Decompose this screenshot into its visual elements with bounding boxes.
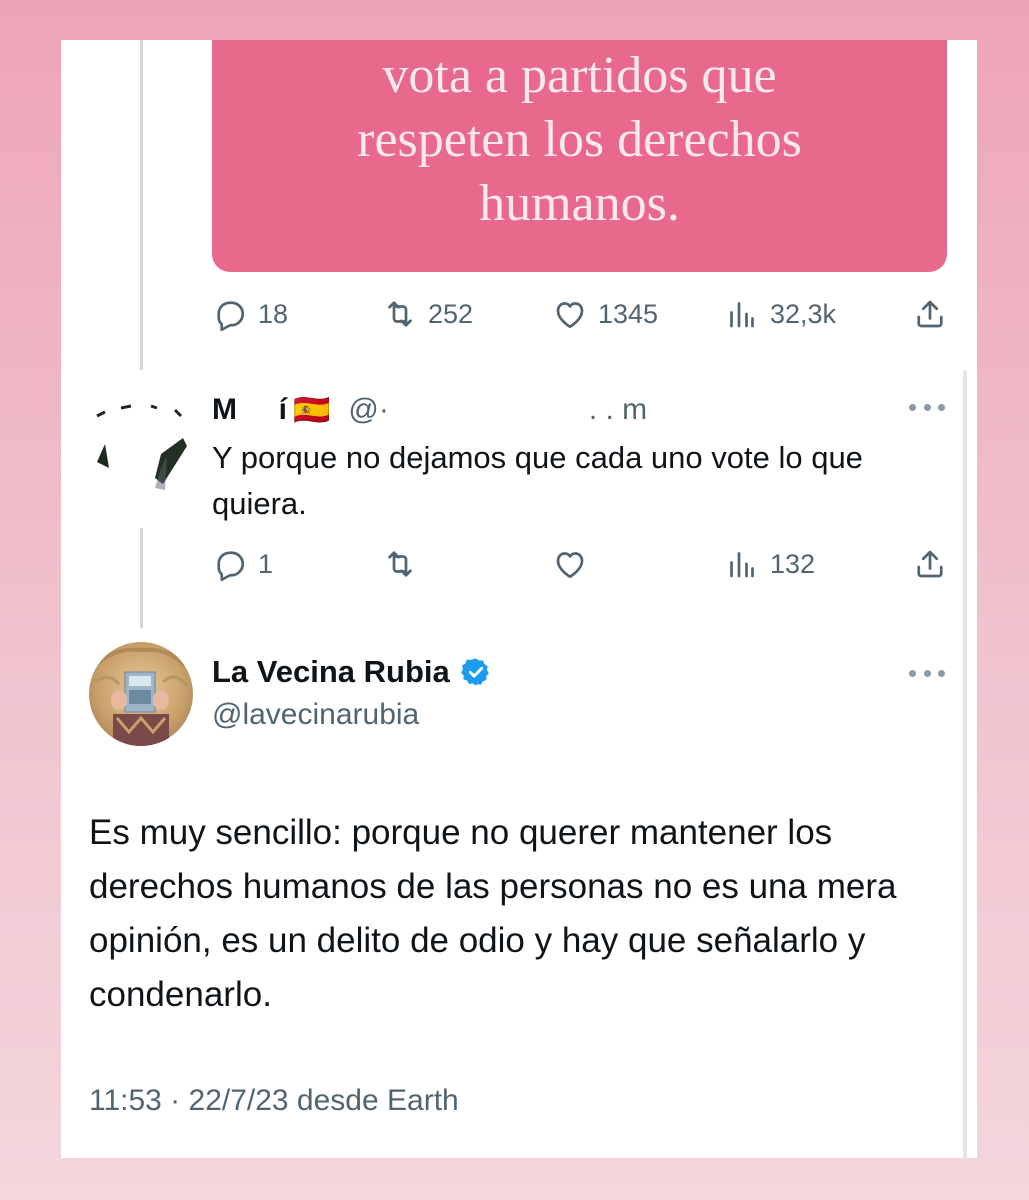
- reply-reply-button[interactable]: 1: [212, 544, 273, 584]
- retweet-count: 252: [428, 298, 474, 329]
- like-button[interactable]: 1345: [552, 294, 658, 334]
- scrollbar[interactable]: [963, 370, 967, 1158]
- thread-line-top: [140, 40, 143, 370]
- reply-views-count: 132: [770, 548, 816, 579]
- verified-badge-icon: [460, 658, 489, 686]
- main-more-dots-icon[interactable]: [909, 670, 945, 682]
- thread-line-middle: [140, 528, 143, 628]
- main-author-name-row: La Vecina Rubia: [212, 654, 492, 690]
- bar-chart-icon: [730, 552, 754, 578]
- tweet-media-image[interactable]: vota a partidos que respeten los derecho…: [212, 40, 947, 272]
- share-upload-icon: [917, 550, 943, 578]
- reply-views-button[interactable]: 132: [724, 544, 815, 584]
- views-button[interactable]: 32,3k: [724, 294, 836, 334]
- reply-reply-count: 1: [258, 548, 274, 579]
- main-author-handle[interactable]: @lavecinarubia: [212, 698, 419, 732]
- reply-count: 18: [258, 298, 289, 329]
- reply-author-handle[interactable]: @· . . m: [348, 393, 647, 427]
- retweet-arrows-icon: [388, 301, 412, 327]
- spain-flag-emoji: 🇪🇸: [293, 393, 331, 427]
- reply-tweet-header: M í 🇪🇸 @· . . m: [212, 390, 647, 430]
- views-count: 32,3k: [770, 298, 837, 329]
- reply-share-button[interactable]: [912, 544, 948, 584]
- reply-author-name[interactable]: M í: [212, 393, 287, 427]
- share-upload-icon: [917, 300, 943, 328]
- reply-like-button[interactable]: [552, 544, 598, 584]
- reply-tweet-actions: 1 132: [212, 544, 952, 584]
- bar-chart-icon: [730, 302, 754, 328]
- reply-button[interactable]: 18: [212, 294, 288, 334]
- reply-bubble-icon: [217, 301, 245, 332]
- reply-tweet-text: Y porque no dejamos que cada uno vote lo…: [212, 440, 863, 521]
- like-count: 1345: [598, 298, 659, 329]
- heart-icon: [556, 552, 584, 579]
- main-author-name[interactable]: La Vecina Rubia: [212, 654, 450, 690]
- retweet-arrows-icon: [388, 551, 412, 577]
- reply-avatar[interactable]: [91, 398, 195, 498]
- main-tweet-text: Es muy sencillo: porque no querer manten…: [89, 813, 897, 1014]
- share-button[interactable]: [912, 294, 948, 334]
- main-author-avatar[interactable]: [89, 642, 193, 746]
- reply-bubble-icon: [217, 551, 245, 582]
- retweet-button[interactable]: 252: [382, 294, 473, 334]
- tweet-thread-card: vota a partidos que respeten los derecho…: [61, 40, 977, 1158]
- reply-retweet-button[interactable]: [382, 544, 428, 584]
- first-tweet-actions: 18 252 1345 32,3k: [212, 294, 952, 334]
- main-tweet-timestamp[interactable]: 11:53 · 22/7/23 desde Earth: [89, 1084, 459, 1118]
- reply-more-dots-icon[interactable]: [909, 404, 945, 416]
- heart-icon: [556, 302, 584, 329]
- media-caption: vota a partidos que respeten los derecho…: [357, 47, 802, 232]
